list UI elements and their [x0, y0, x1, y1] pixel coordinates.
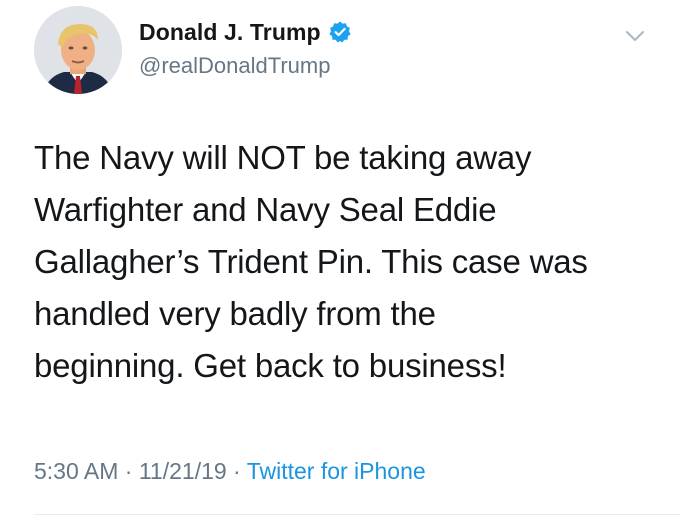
tweet-time[interactable]: 5:30 AM — [34, 458, 118, 484]
meta-separator: · — [226, 458, 247, 484]
author-display-name[interactable]: Donald J. Trump — [139, 19, 321, 46]
tweet-source-link[interactable]: Twitter for iPhone — [247, 458, 426, 484]
verified-badge-icon — [328, 20, 352, 44]
meta-separator: · — [118, 458, 139, 484]
author-handle[interactable]: @realDonaldTrump — [139, 53, 330, 79]
author-name-row: Donald J. Trump — [139, 16, 352, 48]
divider — [34, 514, 680, 515]
tweet-date[interactable]: 11/21/19 — [139, 458, 227, 484]
chevron-down-icon[interactable] — [622, 23, 648, 49]
tweet-text: The Navy will NOT be taking away Warfigh… — [34, 139, 588, 384]
tweet-meta: 5:30 AM · 11/21/19 · Twitter for iPhone — [34, 458, 426, 485]
avatar-image — [34, 6, 122, 94]
avatar[interactable] — [34, 6, 122, 94]
